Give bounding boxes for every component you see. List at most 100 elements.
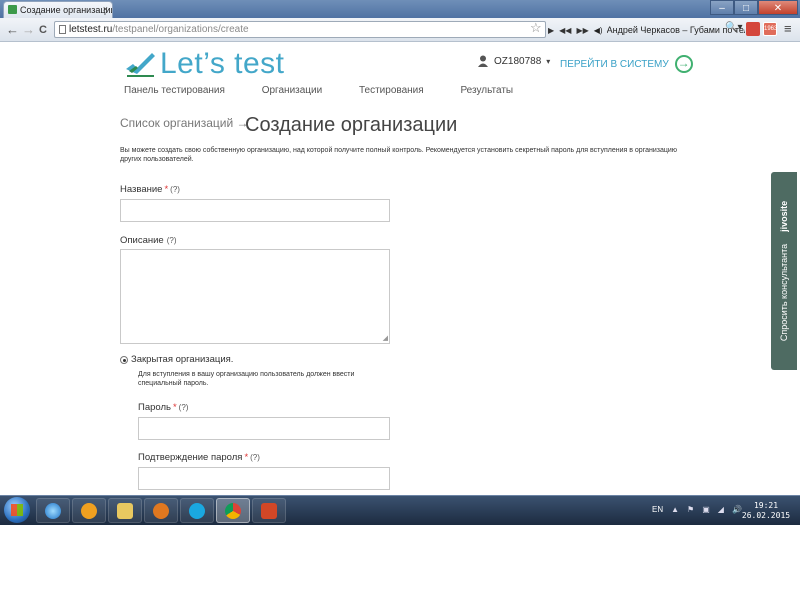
enter-system-label: ПЕРЕЙТИ В СИСТЕМУ: [560, 58, 669, 70]
password-confirm-label-text: Подтверждение пароля: [138, 452, 243, 463]
chrome-icon: [225, 502, 241, 519]
nav-item-results[interactable]: Результаты: [460, 85, 513, 96]
close-window-button[interactable]: ✕: [758, 0, 798, 15]
nav-item-tests[interactable]: Тестирования: [359, 85, 424, 96]
clock[interactable]: 19:21 26.02.2015: [741, 501, 791, 521]
network-icon[interactable]: ◢: [718, 505, 724, 514]
tray-expand-icon[interactable]: ▲: [671, 505, 679, 514]
name-label-text: Название: [120, 184, 163, 195]
help-icon[interactable]: (?): [179, 403, 189, 412]
previous-track-icon[interactable]: ◀◀: [559, 26, 571, 35]
clock-time: 19:21: [753, 501, 779, 510]
help-icon[interactable]: (?): [167, 236, 177, 245]
internet-explorer-icon: [45, 502, 61, 519]
url-path: /testpanel/organizations/create: [112, 24, 249, 35]
password-label-text: Пароль: [138, 402, 171, 413]
media-player-icon: [153, 502, 169, 519]
arrow-right-circle-icon: →: [674, 55, 693, 73]
password-label: Пароль * (?): [138, 402, 188, 413]
nav-item-dashboard[interactable]: Панель тестирования: [124, 85, 225, 96]
favicon-icon: [8, 5, 17, 14]
chat-widget-brand: jivosite: [779, 200, 789, 232]
description-label-text: Описание: [120, 235, 164, 246]
logo-text: Let’s test: [160, 47, 285, 80]
required-mark: *: [172, 402, 177, 413]
closed-organization-radio[interactable]: [120, 356, 128, 364]
closed-organization-help: Для вступления в вашу организацию пользо…: [138, 371, 355, 387]
description-textarea[interactable]: ◢: [120, 249, 390, 344]
taskbar-explorer[interactable]: [108, 498, 142, 523]
start-button[interactable]: [4, 497, 30, 523]
user-icon: [478, 55, 488, 67]
user-menu[interactable]: OZ180788 ▾: [478, 55, 550, 67]
play-icon[interactable]: ▶: [548, 26, 554, 35]
extension-badge-icon[interactable]: 1963: [763, 22, 777, 36]
taskbar-mail[interactable]: [72, 498, 106, 523]
main-nav: Панель тестирования Организации Тестиров…: [124, 85, 547, 96]
search-extension-icon[interactable]: 🔍▾: [725, 22, 742, 33]
page-description: Вы можете создать свою собственную орган…: [120, 147, 678, 163]
tab-title: Создание организации -: [20, 5, 113, 15]
chat-widget-text: Спросить консультанта: [779, 243, 789, 342]
maximize-button[interactable]: □: [734, 0, 758, 15]
chat-widget-tab[interactable]: Спросить консультанта jivosite: [771, 172, 797, 370]
mail-agent-icon: [81, 502, 97, 519]
extension-icon[interactable]: [746, 22, 760, 36]
back-arrow-icon[interactable]: ←: [6, 22, 19, 38]
browser-toolbar: ← → C letstest.ru/testpanel/organization…: [0, 18, 800, 42]
taskbar-ie[interactable]: [36, 498, 70, 523]
window-controls: – □ ✕: [710, 0, 798, 16]
action-center-flag-icon[interactable]: ⚑: [687, 505, 694, 514]
caret-down-icon: ▾: [546, 56, 551, 66]
language-indicator[interactable]: EN: [652, 505, 663, 514]
bookmark-star-icon[interactable]: ☆: [530, 20, 542, 36]
reload-icon[interactable]: C: [39, 22, 47, 38]
required-mark: *: [244, 452, 249, 463]
tab-close-icon[interactable]: ×: [103, 4, 108, 14]
clock-date: 26.02.2015: [741, 511, 791, 520]
folder-icon: [117, 502, 133, 519]
taskbar-chrome[interactable]: [216, 498, 250, 523]
web-page: Let’s test OZ180788 ▾ ПЕРЕЙТИ В СИСТЕМУ …: [0, 43, 800, 495]
display-icon[interactable]: ▣: [702, 505, 710, 514]
speaker-icon: ◀): [593, 25, 603, 35]
taskbar-skype[interactable]: [180, 498, 214, 523]
password-confirm-label: Подтверждение пароля * (?): [138, 452, 260, 463]
description-label: Описание (?): [120, 235, 177, 246]
address-bar[interactable]: letstest.ru/testpanel/organizations/crea…: [54, 21, 546, 38]
page-icon: [59, 25, 66, 34]
minimize-button[interactable]: –: [710, 0, 734, 15]
help-icon[interactable]: (?): [250, 453, 260, 462]
windows-taskbar: EN ▲ ⚑ ▣ ◢ 🔊 19:21 26.02.2015: [0, 495, 800, 525]
taskbar-powerpoint[interactable]: [252, 498, 286, 523]
url-host: letstest.ru: [69, 24, 113, 35]
tab-bar: Создание организации - × – □ ✕: [0, 0, 800, 18]
closed-organization-label[interactable]: Закрытая организация.: [131, 354, 233, 365]
next-track-icon[interactable]: ▶▶: [576, 26, 588, 35]
menu-icon[interactable]: ≡: [784, 21, 792, 36]
password-confirm-input[interactable]: [138, 467, 390, 490]
name-label: Название * (?): [120, 184, 180, 195]
taskbar-media[interactable]: [144, 498, 178, 523]
site-logo[interactable]: Let’s test: [124, 47, 285, 81]
browser-tab[interactable]: Создание организации - ×: [3, 1, 113, 18]
enter-system-link[interactable]: ПЕРЕЙТИ В СИСТЕМУ →: [560, 55, 693, 73]
checkmark-logo-icon: [126, 53, 155, 77]
screen: Создание организации - × – □ ✕ ← → C let…: [0, 0, 800, 525]
required-mark: *: [164, 184, 169, 195]
forward-arrow-icon[interactable]: →: [22, 22, 35, 38]
chat-widget-label: Спросить консультанта jivosite: [779, 201, 789, 341]
media-player-extension: ▶ ◀◀ ▶▶ ◀) Андрей Черкасов – Губами по т…: [548, 22, 745, 38]
track-title: Андрей Черкасов – Губами по тел: [606, 25, 745, 35]
name-input[interactable]: [120, 199, 390, 222]
help-icon[interactable]: (?): [170, 185, 180, 194]
skype-icon: [189, 502, 205, 519]
powerpoint-icon: [261, 502, 277, 519]
nav-item-organizations[interactable]: Организации: [262, 85, 322, 96]
page-title: Создание организации: [245, 114, 458, 136]
user-name: OZ180788: [494, 55, 542, 67]
password-input[interactable]: [138, 417, 390, 440]
resize-handle-icon[interactable]: ◢: [383, 335, 388, 342]
system-tray: EN ▲ ⚑ ▣ ◢ 🔊: [652, 505, 742, 514]
breadcrumb[interactable]: Список организаций →: [120, 116, 249, 130]
